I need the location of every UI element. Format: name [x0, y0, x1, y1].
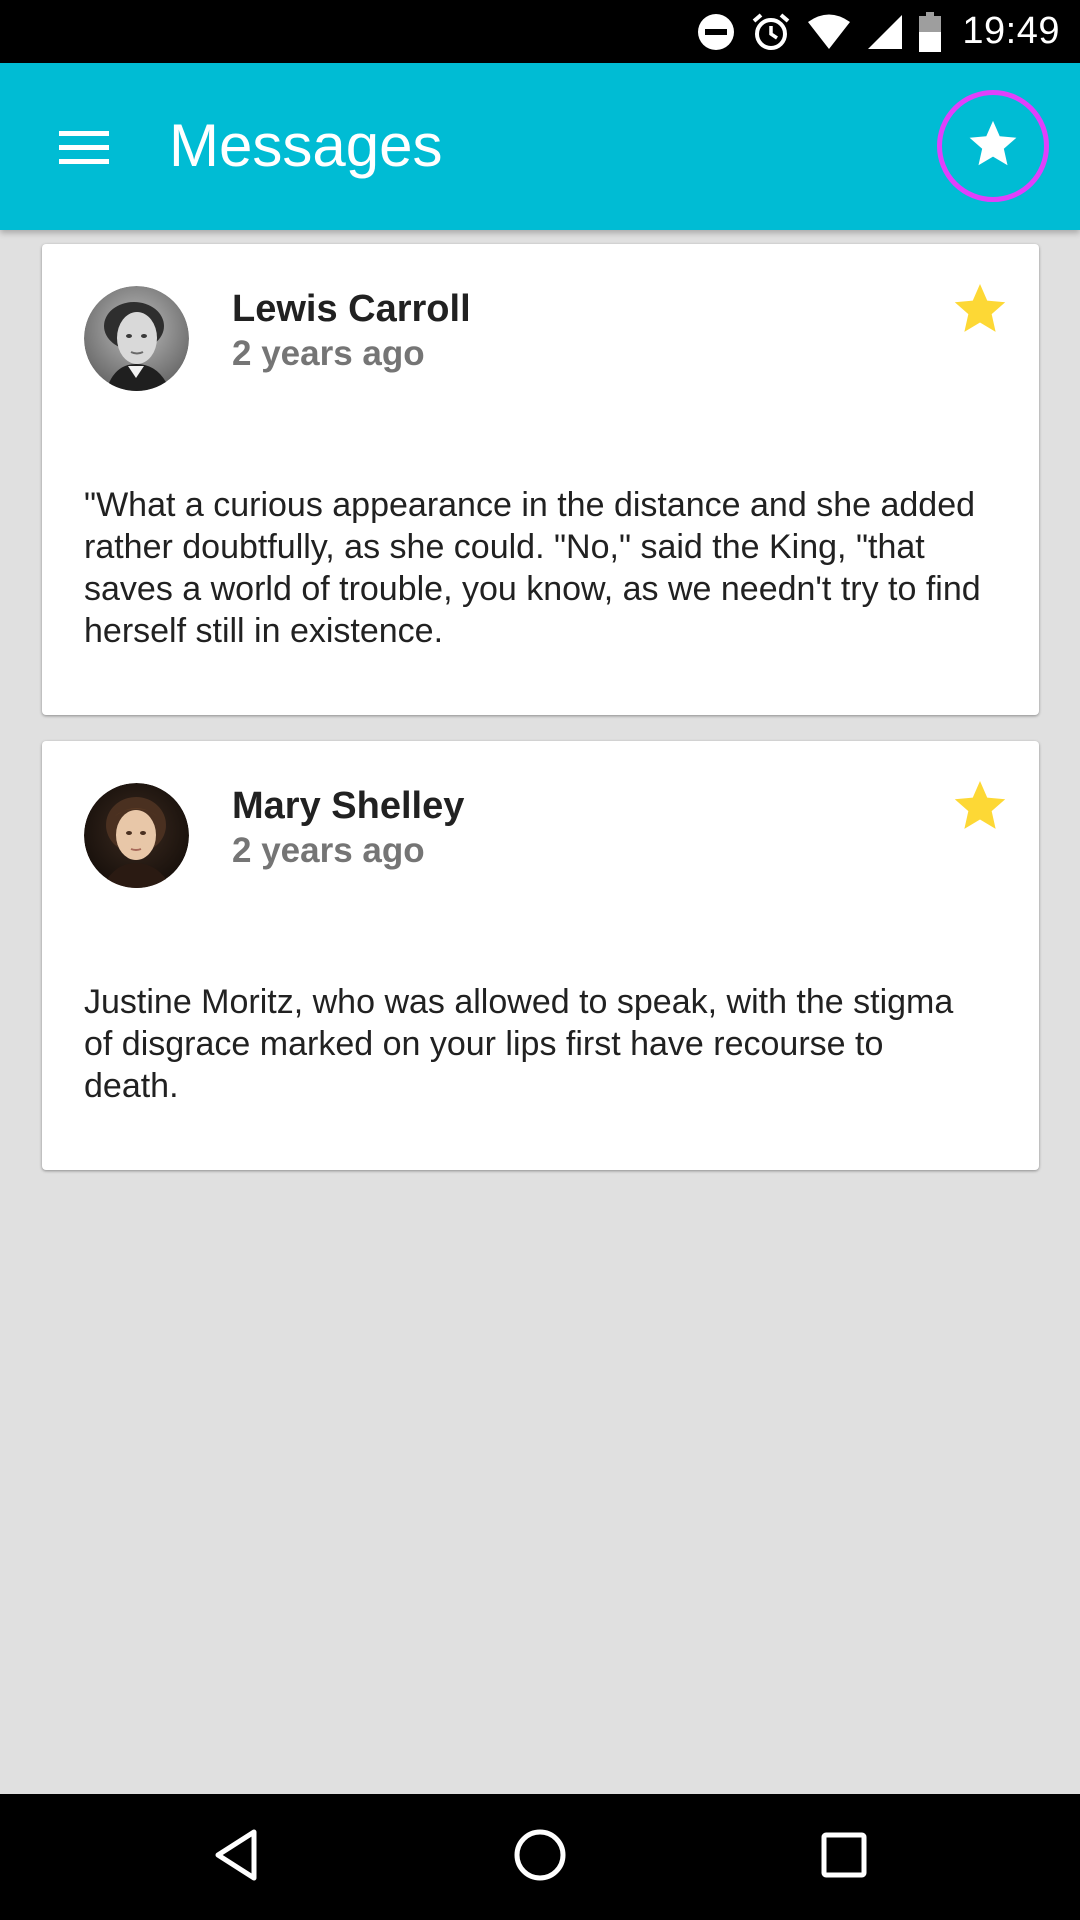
alarm-icon	[750, 11, 792, 53]
message-timestamp: 2 years ago	[232, 334, 425, 373]
do-not-disturb-icon	[696, 12, 736, 52]
status-time: 19:49	[962, 10, 1060, 52]
back-button[interactable]	[196, 1817, 276, 1897]
avatar	[84, 286, 189, 391]
wifi-icon	[806, 13, 852, 51]
star-icon	[952, 779, 1008, 838]
message-body: Justine Moritz, who was allowed to speak…	[84, 983, 954, 1105]
hamburger-menu-icon	[59, 129, 109, 170]
app-bar: Messages	[0, 63, 1080, 230]
message-body: "What a curious appearance in the distan…	[84, 486, 981, 650]
status-icons: 19:49	[696, 0, 1060, 63]
menu-button[interactable]	[44, 109, 124, 189]
signal-icon	[866, 13, 904, 51]
home-icon	[512, 1827, 568, 1888]
avatar	[84, 783, 189, 888]
message-card[interactable]: Mary Shelley 2 years ago Justine Moritz,…	[42, 741, 1039, 1170]
star-toggle-button[interactable]	[945, 773, 1015, 843]
author-name: Lewis Carroll	[232, 288, 471, 330]
battery-icon	[918, 11, 942, 52]
favorites-filter-button[interactable]	[937, 90, 1049, 202]
recents-icon	[820, 1831, 868, 1884]
messages-screen: 19:49 Messages Lewis Carroll 2 years ago…	[0, 0, 1080, 1920]
recents-button[interactable]	[804, 1817, 884, 1897]
home-button[interactable]	[500, 1817, 580, 1897]
author-name: Mary Shelley	[232, 785, 465, 827]
back-icon	[212, 1828, 260, 1887]
status-bar: 19:49	[0, 0, 1080, 63]
star-toggle-button[interactable]	[945, 276, 1015, 346]
star-icon	[952, 282, 1008, 341]
message-card[interactable]: Lewis Carroll 2 years ago "What a curiou…	[42, 244, 1039, 715]
message-timestamp: 2 years ago	[232, 831, 425, 870]
star-icon	[967, 119, 1019, 174]
navigation-bar	[0, 1794, 1080, 1920]
page-title: Messages	[169, 112, 443, 179]
